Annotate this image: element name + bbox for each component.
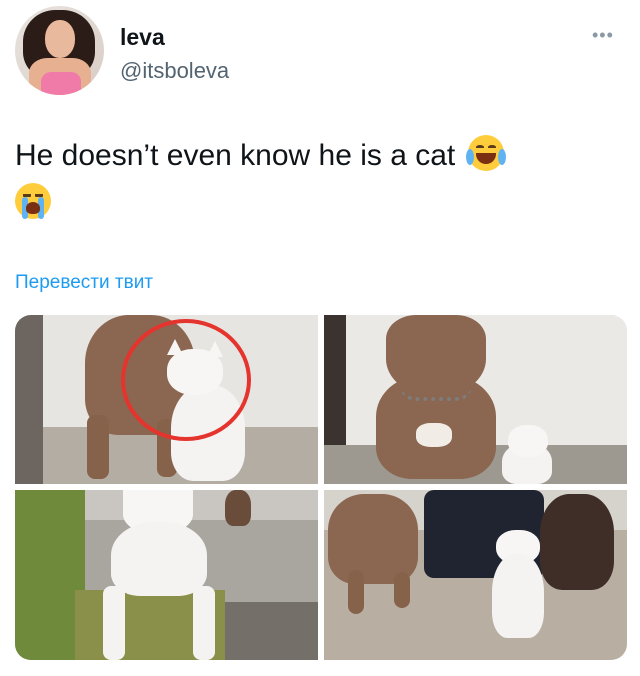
user-handle[interactable]: @itsboleva <box>120 58 229 84</box>
avatar[interactable] <box>15 6 104 95</box>
dark-dog <box>540 494 614 590</box>
face-with-tears-of-joy-icon <box>465 135 506 171</box>
tweet-text-body: He doesn’t even know he is a cat <box>15 139 456 172</box>
loudly-crying-face-icon <box>15 183 51 219</box>
translate-tweet-link[interactable]: Перевести твит <box>15 272 153 294</box>
cat <box>492 554 544 638</box>
tweet-text: He doesn’t even know he is a cat <box>15 132 615 228</box>
dog-leg <box>394 572 410 608</box>
red-circle-annotation <box>121 319 251 441</box>
door-frame <box>324 315 346 445</box>
dog-leg <box>348 570 364 614</box>
pavement <box>225 602 318 660</box>
photo-1[interactable] <box>15 315 318 484</box>
distant-dog <box>225 490 251 526</box>
photo-2[interactable] <box>324 315 627 484</box>
photo-3[interactable] <box>15 490 318 660</box>
avatar-top <box>41 72 81 95</box>
cat-leg <box>193 586 215 660</box>
display-name[interactable]: leva <box>120 24 165 51</box>
photo-4[interactable] <box>324 490 627 660</box>
cat-head <box>508 425 548 457</box>
dog-chest <box>416 423 452 447</box>
media-grid <box>15 315 627 660</box>
cat-leg <box>103 586 125 660</box>
dog-chain <box>400 385 472 401</box>
more-horizontal-icon[interactable]: ••• <box>592 26 622 44</box>
avatar-face <box>45 20 75 58</box>
door-frame <box>15 315 43 484</box>
cat <box>111 522 207 596</box>
dog-leg <box>87 415 109 479</box>
dog <box>328 494 418 584</box>
